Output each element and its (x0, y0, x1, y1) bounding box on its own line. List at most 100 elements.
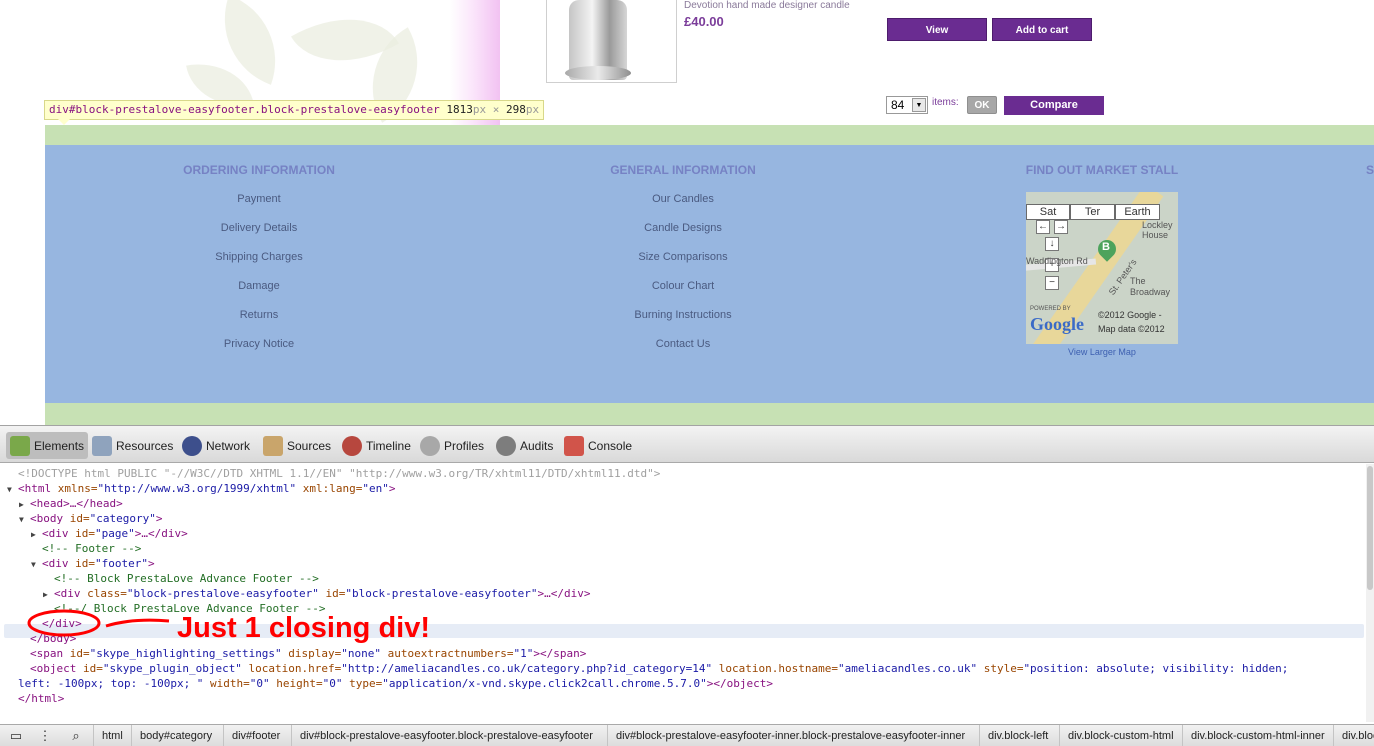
dom-line-head[interactable]: <head>…</head> (30, 496, 123, 511)
dom-tree: <!DOCTYPE html PUBLIC "-//W3C//DTD XHTML… (0, 464, 1366, 722)
tab-profiles[interactable]: Profiles (416, 432, 488, 459)
footer-link-damage[interactable]: Damage (238, 280, 280, 292)
dom-line-span-skype[interactable]: <span id="skype_highlighting_settings" d… (30, 646, 586, 661)
dock-toggle-icon[interactable]: ▭ (4, 727, 28, 745)
scrollbar-thumb[interactable] (1367, 466, 1373, 590)
tag-bracket: > (155, 512, 163, 525)
breadcrumb-block[interactable]: div.block (1333, 725, 1374, 746)
pan-left-icon[interactable]: ← (1036, 220, 1050, 234)
embedded-google-map[interactable]: Sat Ter Earth ← → ↓ + − B Lockley House … (1026, 192, 1178, 344)
tab-timeline-label: Timeline (366, 438, 411, 453)
tab-network-label: Network (206, 438, 251, 453)
pan-right-icon[interactable]: → (1054, 220, 1068, 234)
tooltip-unit: px (472, 103, 487, 116)
collapse-triangle-icon[interactable]: ▶ (19, 500, 24, 509)
tooltip-unit: px (525, 103, 540, 116)
breadcrumb-block-left[interactable]: div.block-left (979, 725, 1056, 746)
profiles-icon (420, 435, 440, 456)
annotation-line (105, 618, 170, 628)
tab-profiles-label: Profiles (444, 438, 485, 453)
collapse-triangle-icon[interactable]: ▶ (31, 530, 36, 539)
footer-link-candle-designs[interactable]: Candle Designs (644, 222, 722, 234)
dom-line-div-footer[interactable]: <div id="footer"> (42, 556, 155, 571)
expand-triangle-icon[interactable]: ▼ (7, 485, 12, 494)
tab-console[interactable]: Console (560, 432, 636, 459)
console-drawer-icon[interactable]: ⋮ (33, 727, 57, 745)
footer-link-contact-us[interactable]: Contact Us (656, 338, 710, 350)
footer-link-returns[interactable]: Returns (240, 309, 279, 321)
dom-line-object-skype[interactable]: <object id="skype_plugin_object" locatio… (30, 661, 1288, 676)
breadcrumb-html[interactable]: html (93, 725, 131, 746)
object-open-tag: <object (30, 662, 77, 675)
tab-network[interactable]: Network (178, 432, 254, 459)
footer-link-colour-chart[interactable]: Colour Chart (652, 280, 714, 292)
pan-down-icon[interactable]: ↓ (1045, 237, 1059, 251)
add-to-cart-button[interactable]: Add to cart (992, 18, 1092, 41)
attr-value: "http://ameliacandles.co.uk/category.php… (341, 662, 713, 675)
dom-line-html[interactable]: <html xmlns="http://www.w3.org/1999/xhtm… (18, 481, 396, 496)
map-tab-terrain[interactable]: Ter (1070, 204, 1115, 220)
dom-line-comment-block-start[interactable]: <!-- Block PrestaLove Advance Footer --> (54, 571, 319, 586)
tab-console-label: Console (588, 438, 633, 453)
tab-sources[interactable]: Sources (259, 432, 335, 459)
footer-link-our-candles[interactable]: Our Candles (652, 193, 714, 205)
zoom-out-icon[interactable]: − (1045, 276, 1059, 290)
developer-tools-panel: Elements Resources Network Sources Timel… (0, 425, 1374, 746)
dom-line-html-close[interactable]: </html> (18, 691, 64, 706)
breadcrumb-easyfooter[interactable]: div#block-prestalove-easyfooter.block-pr… (291, 725, 601, 746)
items-per-page-select[interactable]: 84 ▼ (886, 96, 928, 114)
tooltip-selector: div#block-prestalove-easyfooter.block-pr… (49, 103, 440, 116)
product-name[interactable]: Devotion hand made designer candle (684, 0, 850, 11)
inspect-search-icon[interactable]: ⌕ (64, 727, 88, 745)
div-open-tag: <div (42, 557, 69, 570)
tab-resources[interactable]: Resources (88, 432, 177, 459)
annotation-ellipse (27, 609, 101, 637)
tooltip-height: 298 (505, 103, 526, 116)
tab-timeline[interactable]: Timeline (338, 432, 415, 459)
footer-link-privacy-notice[interactable]: Privacy Notice (224, 338, 294, 350)
dom-tree-scrollbar[interactable] (1366, 464, 1374, 722)
items-label: items: (932, 97, 959, 108)
tab-elements[interactable]: Elements (6, 432, 89, 459)
footer-link-delivery-details[interactable]: Delivery Details (221, 222, 297, 234)
annotation-text: Just 1 closing div! (177, 612, 430, 644)
general-information-title: GENERAL INFORMATION (610, 163, 756, 177)
breadcrumb-block-custom-html-inner[interactable]: div.block-custom-html-inner (1182, 725, 1333, 746)
ok-button[interactable]: OK (967, 96, 997, 114)
sources-icon (263, 435, 283, 456)
expand-triangle-icon[interactable]: ▼ (19, 515, 24, 524)
map-type-tabs: Sat Ter Earth (1026, 204, 1160, 220)
attr-name: autoextractnumbers= (381, 647, 514, 660)
dom-line-body[interactable]: <body id="category"> (30, 511, 162, 526)
google-logo[interactable]: Google (1030, 314, 1084, 335)
items-per-page-value: 84 (891, 98, 905, 112)
map-tab-satellite[interactable]: Sat (1026, 204, 1070, 220)
breadcrumb-easyfooter-inner[interactable]: div#block-prestalove-easyfooter-inner.bl… (607, 725, 973, 746)
compare-button[interactable]: Compare (1004, 96, 1104, 115)
dom-line-object-skype-cont[interactable]: left: -100px; top: -100px; " width="0" h… (18, 676, 773, 691)
fourth-column-title: S (1366, 163, 1374, 177)
elements-icon (10, 435, 30, 456)
dom-line-div-page[interactable]: <div id="page">…</div> (42, 526, 188, 541)
view-button[interactable]: View (887, 18, 987, 41)
expand-triangle-icon[interactable]: ▼ (31, 560, 36, 569)
footer-link-shipping-charges[interactable]: Shipping Charges (215, 251, 302, 263)
product-image[interactable] (546, 0, 677, 83)
footer-link-payment[interactable]: Payment (237, 193, 280, 205)
footer-link-size-comparisons[interactable]: Size Comparisons (638, 251, 727, 263)
breadcrumb-body[interactable]: body#category (131, 725, 220, 746)
map-tab-earth[interactable]: Earth (1115, 204, 1160, 220)
dom-line-comment-footer[interactable]: <!-- Footer --> (42, 541, 141, 556)
annotation-circle-and-line (27, 609, 170, 637)
attr-value: "en" (362, 482, 389, 495)
attr-value: "0" (322, 677, 343, 690)
dom-line-doctype[interactable]: <!DOCTYPE html PUBLIC "-//W3C//DTD XHTML… (18, 466, 660, 481)
breadcrumb-block-custom-html[interactable]: div.block-custom-html (1059, 725, 1182, 746)
attr-value: "position: absolute; visibility: hidden; (1023, 662, 1289, 675)
footer-link-burning-instructions[interactable]: Burning Instructions (634, 309, 731, 321)
dom-line-div-easyfooter[interactable]: <div class="block-prestalove-easyfooter"… (54, 586, 590, 601)
breadcrumb-footer[interactable]: div#footer (223, 725, 288, 746)
view-larger-map-link[interactable]: View Larger Map (1068, 347, 1136, 357)
tab-audits[interactable]: Audits (492, 432, 557, 459)
collapse-triangle-icon[interactable]: ▶ (43, 590, 48, 599)
